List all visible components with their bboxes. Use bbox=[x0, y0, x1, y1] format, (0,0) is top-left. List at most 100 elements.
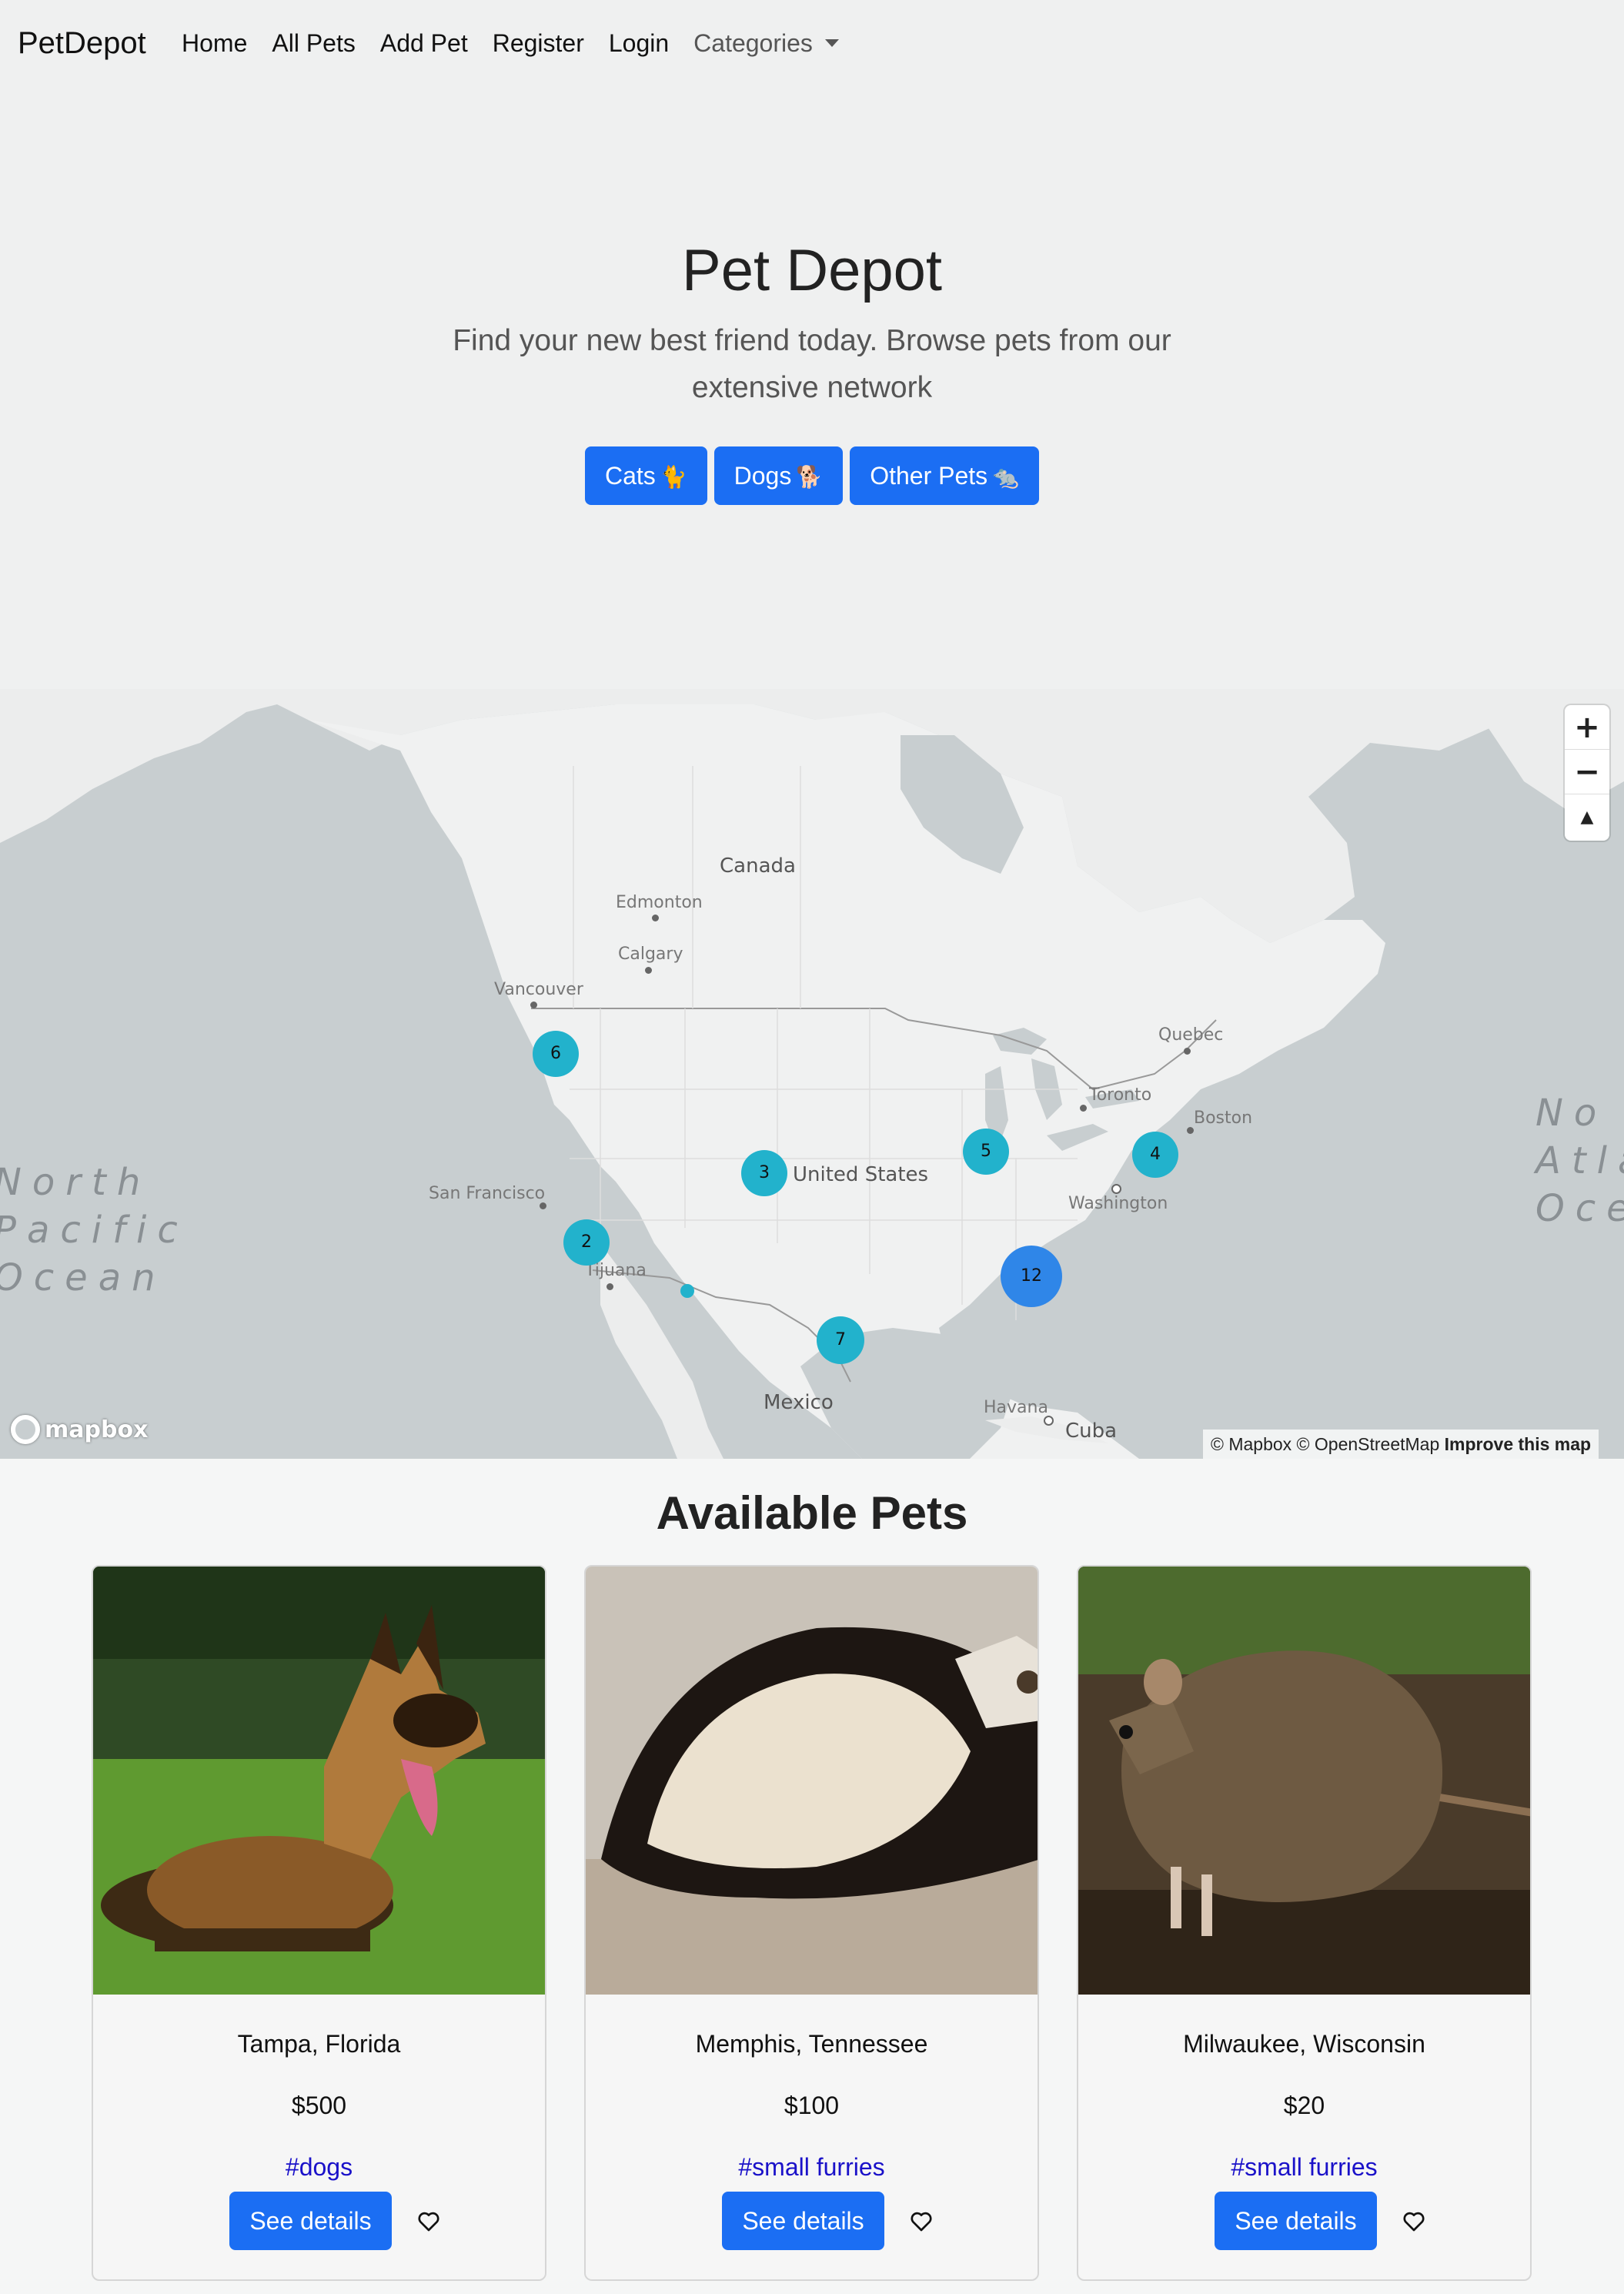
nav-links: Home All Pets Add Pet Register Login Cat… bbox=[182, 23, 864, 63]
city-dot-washington bbox=[1111, 1184, 1121, 1194]
hero-title: Pet Depot bbox=[682, 238, 942, 303]
cats-label: Cats bbox=[604, 462, 656, 490]
hero-subtitle: Find your new best friend today. Browse … bbox=[453, 324, 1171, 404]
available-pets-title: Available Pets bbox=[656, 1487, 968, 1539]
pet-card-actions: See details bbox=[1078, 2192, 1530, 2250]
pet-card: Tampa, Florida $500 #dogs See details bbox=[92, 1565, 546, 2281]
cats-button[interactable]: Cats 🐈 bbox=[584, 446, 707, 505]
dogs-label: Dogs bbox=[733, 462, 792, 490]
label-mexico: Mexico bbox=[764, 1391, 834, 1414]
compass-reset-button[interactable]: ▲ bbox=[1565, 794, 1609, 839]
heart-icon[interactable] bbox=[909, 2209, 934, 2233]
improve-map-link[interactable]: Improve this map bbox=[1445, 1434, 1591, 1454]
pet-location: Tampa, Florida bbox=[237, 2030, 401, 2058]
pet-card: Memphis, Tennessee $100 #small furries S… bbox=[584, 1565, 1039, 2281]
other-pets-label: Other Pets bbox=[870, 462, 988, 490]
pet-photo-ferret[interactable] bbox=[586, 1567, 1038, 1995]
label-calgary: Calgary bbox=[618, 945, 683, 964]
attribution-text[interactable]: © Mapbox © OpenStreetMap bbox=[1211, 1434, 1439, 1454]
city-dot-calgary bbox=[645, 967, 652, 974]
city-dot-edmonton bbox=[652, 915, 659, 921]
caret-down-icon bbox=[824, 38, 839, 47]
map-attribution: © Mapbox © OpenStreetMap Improve this ma… bbox=[1203, 1430, 1599, 1459]
pet-photo-dog[interactable] bbox=[93, 1567, 545, 1995]
compass-icon: ▲ bbox=[1580, 807, 1594, 827]
label-washington: Washington bbox=[1068, 1194, 1168, 1213]
label-toronto: Toronto bbox=[1089, 1085, 1152, 1105]
pet-card-body: Milwaukee, Wisconsin $20 #small furries … bbox=[1078, 2028, 1530, 2250]
map-land bbox=[0, 689, 1624, 1459]
pet-location-marker[interactable] bbox=[680, 1284, 694, 1298]
other-pets-button[interactable]: Other Pets 🐀 bbox=[850, 446, 1040, 505]
label-boston: Boston bbox=[1194, 1109, 1253, 1128]
hero-section: Pet Depot Find your new best friend toda… bbox=[0, 88, 1624, 689]
pet-tag-link[interactable]: #small furries bbox=[1078, 2152, 1530, 2182]
nav-all-pets[interactable]: All Pets bbox=[272, 23, 355, 63]
mapbox-ring-icon bbox=[11, 1415, 40, 1444]
pet-card-actions: See details bbox=[586, 2192, 1038, 2250]
city-dot-boston bbox=[1187, 1127, 1194, 1134]
pet-cluster-marker[interactable]: 4 bbox=[1132, 1132, 1178, 1178]
dogs-button[interactable]: Dogs 🐕 bbox=[713, 446, 844, 505]
pet-cluster-marker[interactable]: 3 bbox=[741, 1150, 787, 1196]
pet-map[interactable]: Canada Edmonton Calgary Vancouver Quebec… bbox=[0, 689, 1624, 1459]
pet-card-body: Tampa, Florida $500 #dogs See details bbox=[93, 2028, 545, 2250]
label-north-pacific-ocean: North Pacific Ocean bbox=[0, 1161, 189, 1299]
rat-image bbox=[1078, 1567, 1530, 1995]
label-quebec: Quebec bbox=[1158, 1025, 1224, 1045]
see-details-button[interactable]: See details bbox=[229, 2192, 392, 2250]
pet-cluster-marker[interactable]: 2 bbox=[563, 1219, 610, 1266]
city-dot-havana bbox=[1044, 1416, 1054, 1426]
heart-icon[interactable] bbox=[1402, 2209, 1426, 2233]
see-details-button[interactable]: See details bbox=[722, 2192, 884, 2250]
see-details-button[interactable]: See details bbox=[1215, 2192, 1377, 2250]
pet-card: Milwaukee, Wisconsin $20 #small furries … bbox=[1077, 1565, 1532, 2281]
city-dot-toronto bbox=[1080, 1105, 1087, 1112]
nav-categories-dropdown[interactable]: Categories bbox=[693, 23, 839, 63]
pet-cluster-marker[interactable]: 6 bbox=[533, 1031, 579, 1077]
city-dot-vancouver bbox=[530, 1002, 537, 1008]
label-united-states: United States bbox=[793, 1163, 929, 1186]
pet-tag-link[interactable]: #small furries bbox=[586, 2152, 1038, 2182]
label-san-francisco: San Francisco bbox=[429, 1184, 546, 1203]
mapbox-logo-text: mapbox bbox=[45, 1416, 149, 1443]
pet-cluster-marker[interactable]: 5 bbox=[963, 1129, 1009, 1175]
navbar: PetDepot Home All Pets Add Pet Register … bbox=[0, 0, 1624, 88]
zoom-out-button[interactable]: − bbox=[1565, 750, 1609, 794]
pet-card-actions: See details bbox=[93, 2192, 545, 2250]
pet-tag-link[interactable]: #dogs bbox=[93, 2152, 545, 2182]
zoom-in-button[interactable]: + bbox=[1565, 705, 1609, 750]
pet-price: $20 bbox=[1283, 2092, 1325, 2119]
heart-icon[interactable] bbox=[416, 2209, 441, 2233]
nav-add-pet[interactable]: Add Pet bbox=[380, 23, 468, 63]
city-dot-quebec bbox=[1184, 1048, 1191, 1055]
rat-icon: 🐀 bbox=[992, 464, 1020, 490]
dog-icon: 🐕 bbox=[796, 464, 824, 490]
label-havana: Havana bbox=[984, 1398, 1048, 1417]
pet-cluster-marker[interactable]: 7 bbox=[817, 1316, 864, 1364]
ferret-image bbox=[586, 1567, 1038, 1995]
mapbox-logo[interactable]: mapbox bbox=[11, 1413, 148, 1446]
nav-home[interactable]: Home bbox=[182, 23, 247, 63]
pet-photo-rat[interactable] bbox=[1078, 1567, 1530, 1995]
pet-location: Memphis, Tennessee bbox=[695, 2030, 928, 2058]
nav-login[interactable]: Login bbox=[609, 23, 669, 63]
brand-logo[interactable]: PetDepot bbox=[18, 23, 146, 63]
categories-label: Categories bbox=[693, 29, 813, 57]
label-edmonton: Edmonton bbox=[616, 893, 703, 912]
label-cuba: Cuba bbox=[1065, 1420, 1118, 1443]
pet-cluster-marker[interactable]: 12 bbox=[1001, 1246, 1062, 1307]
pet-location: Milwaukee, Wisconsin bbox=[1183, 2030, 1425, 2058]
nav-register[interactable]: Register bbox=[493, 23, 584, 63]
cat-icon: 🐈 bbox=[660, 464, 687, 490]
pet-price: $500 bbox=[291, 2092, 347, 2119]
pet-card-body: Memphis, Tennessee $100 #small furries S… bbox=[586, 2028, 1038, 2250]
pet-price: $100 bbox=[784, 2092, 840, 2119]
category-buttons: Cats 🐈 Dogs 🐕 Other Pets 🐀 bbox=[0, 446, 1624, 505]
german-shepherd-image bbox=[93, 1567, 545, 1995]
map-zoom-controls: + − ▲ bbox=[1565, 705, 1609, 841]
label-vancouver: Vancouver bbox=[494, 980, 583, 999]
label-canada: Canada bbox=[720, 854, 796, 878]
city-dot-san-francisco bbox=[540, 1202, 546, 1209]
label-north-atlantic-ocean: No Atla Oce bbox=[1535, 1092, 1624, 1230]
